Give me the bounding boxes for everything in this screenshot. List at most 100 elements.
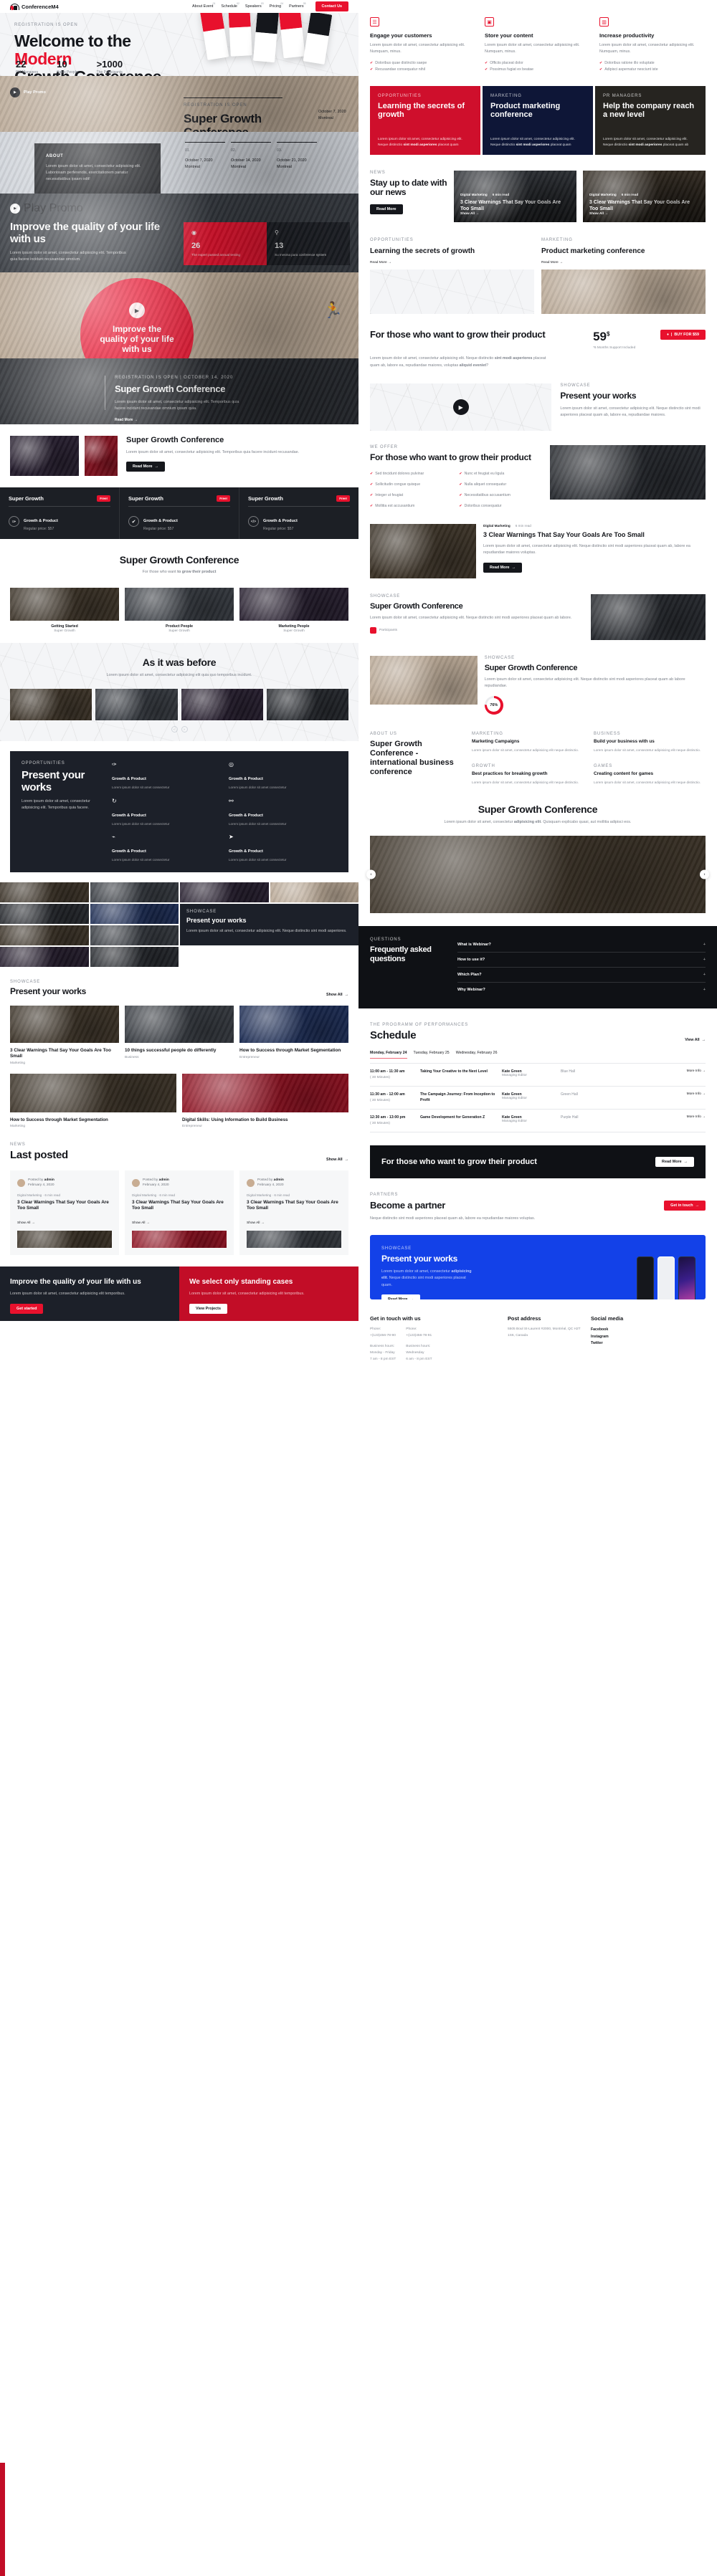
trio-card-marketing[interactable]: MARKETING Product marketing conference L… [483, 85, 593, 155]
mosaic-photo[interactable] [0, 925, 89, 946]
mosaic-photo[interactable] [0, 947, 89, 968]
hero-badge-collage [198, 13, 358, 76]
tier-card[interactable]: Super Growth Free! </> Growth & Product … [239, 487, 358, 539]
more-info-link[interactable]: More Info → [687, 1069, 706, 1073]
faq-question: Why Webinar? [457, 988, 485, 993]
show-all-link[interactable]: Show All → [132, 1221, 227, 1225]
view-all-link[interactable]: View All → [685, 1038, 706, 1042]
phone-value[interactable]: +(123)456-78-91 [406, 1333, 432, 1340]
mosaic-photo[interactable] [90, 882, 179, 903]
plus-icon[interactable]: + [703, 958, 706, 962]
read-more-link[interactable]: Read More → [370, 261, 534, 264]
read-more-button[interactable]: Read More → [655, 1157, 694, 1168]
gallery-photo[interactable] [95, 689, 178, 721]
work-card[interactable]: 3 Clear Warnings That Say Your Goals Are… [10, 1005, 119, 1065]
gallery-photo[interactable] [266, 689, 348, 721]
gallery-photo[interactable] [181, 689, 263, 721]
work-card[interactable]: How to Success through Market Segmentati… [10, 1073, 176, 1128]
footer-contact: Get in touch with us Phone: +(123)456-78… [370, 1315, 499, 1363]
show-all-link[interactable]: Show All → [326, 993, 348, 997]
trio-card-opportunities[interactable]: OPPORTUNITIES Learning the secrets of gr… [370, 85, 480, 155]
faq-item[interactable]: How to use it? + [457, 953, 706, 968]
mosaic-photo[interactable] [90, 925, 179, 946]
get-in-touch-button[interactable]: Get in touch → [664, 1201, 706, 1211]
play-icon[interactable]: ▶ [129, 302, 145, 318]
show-all-link[interactable]: Show All → [17, 1221, 112, 1225]
plus-icon[interactable]: + [703, 973, 706, 977]
faq-item[interactable]: Why Webinar? + [457, 983, 706, 997]
tier-card[interactable]: Super Growth Free! ✑ Growth & Product Re… [0, 487, 120, 539]
more-info-link[interactable]: More Info → [687, 1092, 706, 1096]
contact-us-button[interactable]: Contact Us [315, 1, 348, 11]
news-card[interactable]: Digital Marketing 6 min read 3 Clear Warn… [583, 170, 706, 222]
post-card[interactable]: Posted by admin February 4, 2020 Digital … [239, 1170, 348, 1256]
play-icon[interactable]: ▶ [452, 399, 469, 416]
plus-icon[interactable]: + [703, 988, 706, 992]
post-card[interactable]: Posted by admin February 4, 2020 Digital … [10, 1170, 119, 1256]
sgc-thumb-item[interactable]: Marketing People Super Growth [239, 587, 348, 633]
tab-monday[interactable]: Monday, February 24 [370, 1051, 407, 1059]
view-projects-button[interactable]: View Projects [189, 1303, 227, 1314]
work-card[interactable]: Digital Skills: Using Information to Bui… [182, 1073, 348, 1128]
show-all-link[interactable]: Show All → [589, 212, 699, 216]
more-info-link[interactable]: More Info → [687, 1115, 706, 1119]
topic-card[interactable]: OPPORTUNITIES Learning the secrets of gr… [370, 238, 534, 314]
sgc-thumb-item[interactable]: Getting Started Super Growth [10, 587, 119, 633]
carousel-next-button[interactable]: › [700, 869, 709, 879]
play-icon[interactable]: ▶ [10, 87, 20, 97]
social-link-twitter[interactable]: Twitter [591, 1340, 706, 1347]
brand-logo[interactable]: ConferenceM4 [10, 3, 59, 11]
read-more-button[interactable]: Read More [370, 204, 403, 214]
show-all-link[interactable]: Show All → [326, 1158, 348, 1162]
plus-icon[interactable]: + [703, 943, 706, 947]
play-promo-control[interactable]: ▶ Play Promo [10, 202, 161, 215]
play-icon[interactable]: ▶ [10, 204, 20, 214]
tier-card[interactable]: Super Growth Free! ✔ Growth & Product Re… [120, 487, 239, 539]
social-link-facebook[interactable]: Facebook [591, 1327, 706, 1334]
gallery-prev-button[interactable]: ‹ [171, 726, 178, 733]
mosaic-photo[interactable] [90, 947, 179, 968]
nav-item-partners[interactable]: 05 Partners [289, 2, 305, 9]
read-more-link[interactable]: Read More → [115, 418, 294, 422]
footer-contact-columns: Phone: +(123)456-78-90 Business hours: M… [370, 1327, 499, 1363]
sgc-thumb-item[interactable]: Product People Super Growth [125, 587, 234, 633]
tab-wednesday[interactable]: Wednesday, February 26 [456, 1051, 498, 1059]
read-more-button[interactable]: Read More → [483, 562, 522, 573]
session-hall: Blue Hall [561, 1069, 576, 1074]
nav-item-about-event[interactable]: 01 About Event [192, 2, 215, 9]
read-more-button[interactable]: Read More → [126, 462, 165, 472]
phone-value[interactable]: +(123)456-78-90 [370, 1333, 396, 1340]
social-link-instagram[interactable]: Instagram [591, 1334, 706, 1341]
nav-label: Speakers [244, 4, 262, 9]
mosaic-photo[interactable] [180, 882, 269, 903]
video-preview[interactable]: ▶ [370, 383, 552, 431]
nav-item-speakers[interactable]: 03 Speakers [244, 2, 264, 9]
show-all-link[interactable]: Show All → [247, 1221, 341, 1225]
tab-tuesday[interactable]: Tuesday, February 25 [414, 1051, 450, 1059]
get-started-button[interactable]: Get started [10, 1303, 44, 1314]
mosaic-photo[interactable] [270, 882, 358, 903]
trio-card-pr-managers[interactable]: PR MANAGERS Help the company reach a new… [595, 85, 706, 155]
section-header: SHOWCASE Present your works Show All → [10, 980, 348, 996]
faq-item[interactable]: What is Webinar? + [457, 938, 706, 953]
buy-button[interactable]: ♦ | BUY FOR $59 [660, 329, 706, 340]
bolt-icon: ⌁ [112, 833, 115, 840]
nav-item-pricing[interactable]: 04 Pricing [270, 2, 283, 9]
read-more-link[interactable]: Read More → [541, 261, 706, 264]
mosaic-photo[interactable] [90, 904, 179, 925]
play-promo-control[interactable]: ▶ Play Promo [10, 87, 46, 97]
faq-item[interactable]: Which Plan? + [457, 968, 706, 983]
work-card[interactable]: 10 things successful people do different… [125, 1005, 234, 1065]
mosaic-photo[interactable] [0, 882, 89, 903]
post-card[interactable]: Posted by admin February 4, 2020 Digital … [125, 1170, 234, 1256]
gallery-photo[interactable] [10, 689, 92, 721]
nav-item-schedule[interactable]: 02 Schedule [221, 2, 239, 9]
news-card[interactable]: Digital Marketing 6 min read 3 Clear Warn… [454, 170, 576, 222]
mosaic-photo[interactable] [0, 904, 89, 925]
work-card[interactable]: How to Success through Market Segmentati… [239, 1005, 348, 1065]
read-more-button[interactable]: Read More → [381, 1294, 420, 1300]
carousel-prev-button[interactable]: ‹ [366, 869, 376, 879]
topic-card[interactable]: MARKETING Product marketing conference R… [541, 238, 706, 314]
show-all-link[interactable]: Show All → [460, 212, 570, 216]
gallery-next-button[interactable]: › [181, 726, 188, 733]
